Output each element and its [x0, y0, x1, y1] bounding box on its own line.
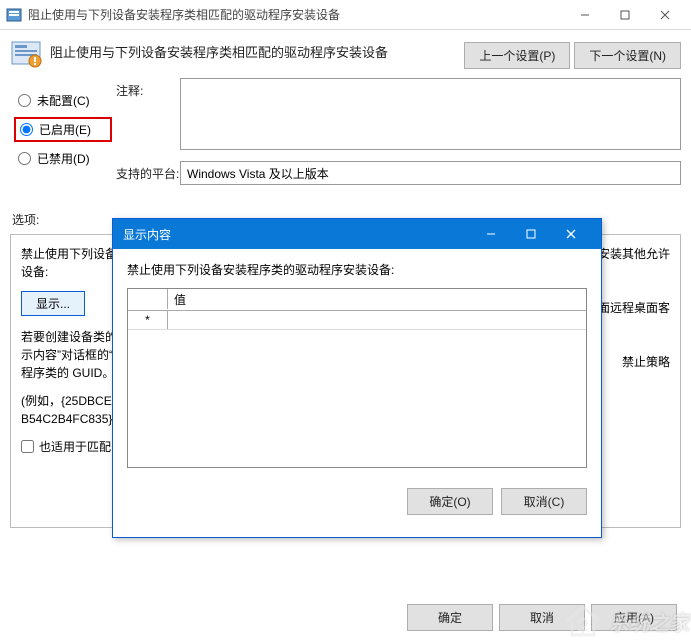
close-button[interactable] — [645, 1, 685, 29]
radio-disabled-label: 已禁用(D) — [37, 150, 90, 167]
dialog-title: 显示内容 — [123, 226, 471, 243]
ok-button[interactable]: 确定 — [407, 604, 493, 631]
window-title: 阻止使用与下列设备安装程序类相匹配的驱动程序安装设备 — [28, 6, 565, 23]
radio-enabled-input[interactable] — [20, 123, 33, 136]
grid-row-value[interactable] — [168, 311, 586, 329]
dialog-description: 禁止使用下列设备安装程序类的驱动程序安装设备: — [127, 261, 587, 278]
dialog-cancel-button[interactable]: 取消(C) — [501, 488, 587, 515]
show-button[interactable]: 显示... — [21, 291, 85, 316]
radio-disabled[interactable]: 已禁用(D) — [14, 148, 112, 169]
dialog-titlebar[interactable]: 显示内容 — [113, 219, 601, 249]
radio-enabled-label: 已启用(E) — [39, 121, 91, 138]
grid-row[interactable]: * — [128, 311, 586, 330]
platform-input — [180, 161, 681, 185]
apply-button[interactable]: 应用(A) — [591, 604, 677, 631]
maximize-button[interactable] — [605, 1, 645, 29]
annotation-textarea[interactable] — [180, 78, 681, 150]
platform-label: 支持的平台: — [116, 161, 180, 182]
dialog-close-button[interactable] — [551, 220, 591, 248]
cancel-button[interactable]: 取消 — [499, 604, 585, 631]
show-content-dialog: 显示内容 禁止使用下列设备安装程序类的驱动程序安装设备: 值 * 确定(O) 取… — [112, 218, 602, 538]
grid-row-marker: * — [128, 311, 168, 329]
radio-not-configured[interactable]: 未配置(C) — [14, 90, 112, 111]
policy-icon — [6, 7, 22, 23]
dialog-maximize-button[interactable] — [511, 220, 551, 248]
next-setting-button[interactable]: 下一个设置(N) — [574, 42, 681, 69]
minimize-button[interactable] — [565, 1, 605, 29]
grid-header-blank — [128, 289, 168, 309]
page-heading: 阻止使用与下列设备安装程序类相匹配的驱动程序安装设备 — [50, 38, 456, 61]
dialog-minimize-button[interactable] — [471, 220, 511, 248]
value-grid[interactable]: 值 * — [127, 288, 587, 468]
heading-icon — [10, 38, 42, 70]
radio-not-configured-label: 未配置(C) — [37, 92, 90, 109]
main-footer: 确定 取消 应用(A) — [407, 604, 677, 631]
radio-not-configured-input[interactable] — [18, 94, 31, 107]
grid-header-value: 值 — [168, 289, 586, 310]
radio-group: 未配置(C) 已启用(E) 已禁用(D) — [10, 78, 116, 193]
grid-header: 值 — [128, 289, 586, 311]
radio-enabled[interactable]: 已启用(E) — [14, 117, 112, 142]
main-titlebar: 阻止使用与下列设备安装程序类相匹配的驱动程序安装设备 — [0, 0, 691, 30]
apply-existing-checkbox[interactable] — [21, 440, 34, 453]
dialog-ok-button[interactable]: 确定(O) — [407, 488, 493, 515]
radio-disabled-input[interactable] — [18, 152, 31, 165]
previous-setting-button[interactable]: 上一个设置(P) — [464, 42, 570, 69]
annotation-label: 注释: — [116, 78, 180, 99]
